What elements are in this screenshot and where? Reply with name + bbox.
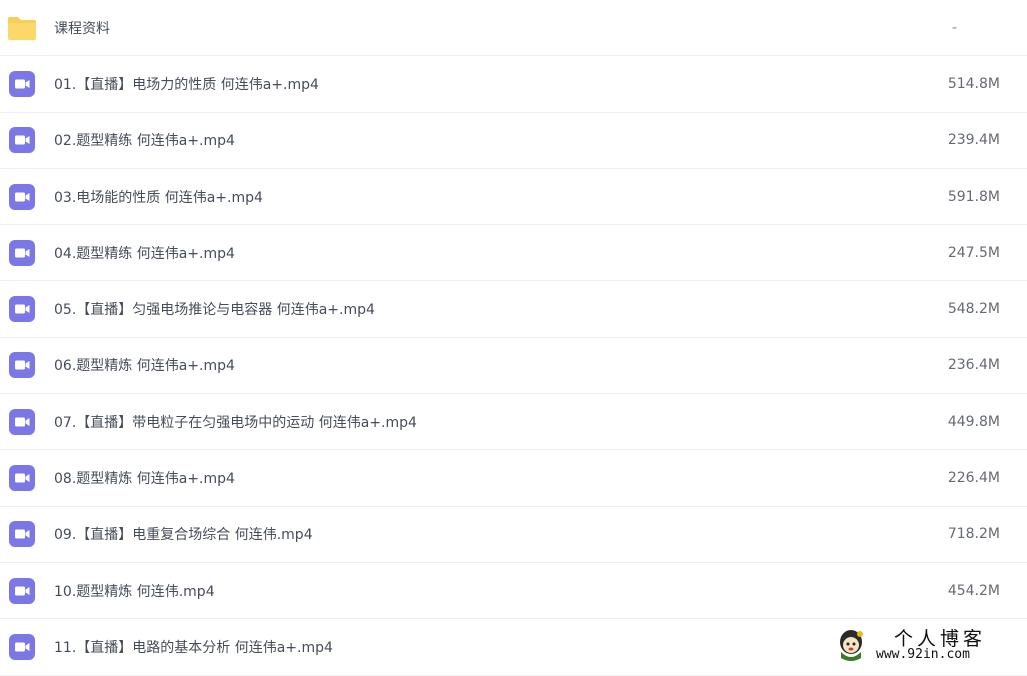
folder-row[interactable]: 课程资料 - <box>0 0 1027 57</box>
file-list: 课程资料 - 01.【直播】电场力的性质 何连伟a+.mp4 514.8M 02.题型精… <box>0 0 1027 676</box>
file-row[interactable]: 04.题型精练 何连伟a+.mp4 247.5M <box>0 225 1027 282</box>
video-icon <box>8 295 36 323</box>
file-name: 11.【直播】电路的基本分析 何连伟a+.mp4 <box>54 639 333 656</box>
file-name: 02.题型精练 何连伟a+.mp4 <box>54 133 235 150</box>
file-row[interactable]: 05.【直播】匀强电场推论与电容器 何连伟a+.mp4 548.2M <box>0 281 1027 338</box>
video-icon <box>8 239 36 267</box>
video-icon <box>8 183 36 211</box>
file-name: 04.题型精练 何连伟a+.mp4 <box>54 245 235 262</box>
file-size: - <box>951 19 957 36</box>
file-name: 01.【直播】电场力的性质 何连伟a+.mp4 <box>54 76 319 93</box>
file-size: 718.2M <box>947 526 1000 543</box>
file-size: 449.8M <box>947 413 1000 430</box>
video-icon <box>8 126 36 154</box>
file-name: 05.【直播】匀强电场推论与电容器 何连伟a+.mp4 <box>54 302 375 319</box>
video-icon <box>8 577 36 605</box>
file-row[interactable]: 02.题型精练 何连伟a+.mp4 239.4M <box>0 113 1027 169</box>
file-name: 09.【直播】电重复合场综合 何连伟.mp4 <box>54 527 313 544</box>
file-name: 课程资料 <box>54 20 110 37</box>
watermark-url: www.92in.com <box>876 647 970 662</box>
file-name: 07.【直播】带电粒子在匀强电场中的运动 何连伟a+.mp4 <box>54 414 417 431</box>
file-name: 06.题型精炼 何连伟a+.mp4 <box>54 358 235 375</box>
file-size: 514.8M <box>947 75 1000 92</box>
file-row[interactable]: 07.【直播】带电粒子在匀强电场中的运动 何连伟a+.mp4 449.8M <box>0 394 1027 451</box>
file-size: 591.8M <box>947 188 1000 205</box>
mascot-icon <box>836 628 866 662</box>
file-size: 454.2M <box>947 582 1000 599</box>
file-size: 247.5M <box>947 244 1000 261</box>
watermark: 个人博客 www.92in.com <box>836 626 1022 666</box>
file-size: 236.4M <box>947 357 1000 374</box>
file-row[interactable]: 01.【直播】电场力的性质 何连伟a+.mp4 514.8M <box>0 56 1027 113</box>
video-icon <box>8 464 36 492</box>
file-name: 08.题型精炼 何连伟a+.mp4 <box>54 471 235 488</box>
file-name: 10.题型精炼 何连伟.mp4 <box>54 583 215 600</box>
file-row[interactable]: 03.电场能的性质 何连伟a+.mp4 591.8M <box>0 169 1027 226</box>
file-size: 239.4M <box>947 132 1000 149</box>
file-row[interactable]: 09.【直播】电重复合场综合 何连伟.mp4 718.2M <box>0 507 1027 563</box>
file-row[interactable]: 10.题型精炼 何连伟.mp4 454.2M <box>0 563 1027 620</box>
file-row[interactable]: 06.题型精炼 何连伟a+.mp4 236.4M <box>0 338 1027 395</box>
folder-icon <box>6 14 38 42</box>
file-size: 548.2M <box>947 301 1000 318</box>
video-icon <box>8 408 36 436</box>
video-icon <box>8 70 36 98</box>
file-row[interactable]: 08.题型精炼 何连伟a+.mp4 226.4M <box>0 450 1027 507</box>
video-icon <box>8 351 36 379</box>
file-size: 226.4M <box>947 470 1000 487</box>
video-icon <box>8 633 36 661</box>
file-name: 03.电场能的性质 何连伟a+.mp4 <box>54 189 263 206</box>
video-icon <box>8 520 36 548</box>
